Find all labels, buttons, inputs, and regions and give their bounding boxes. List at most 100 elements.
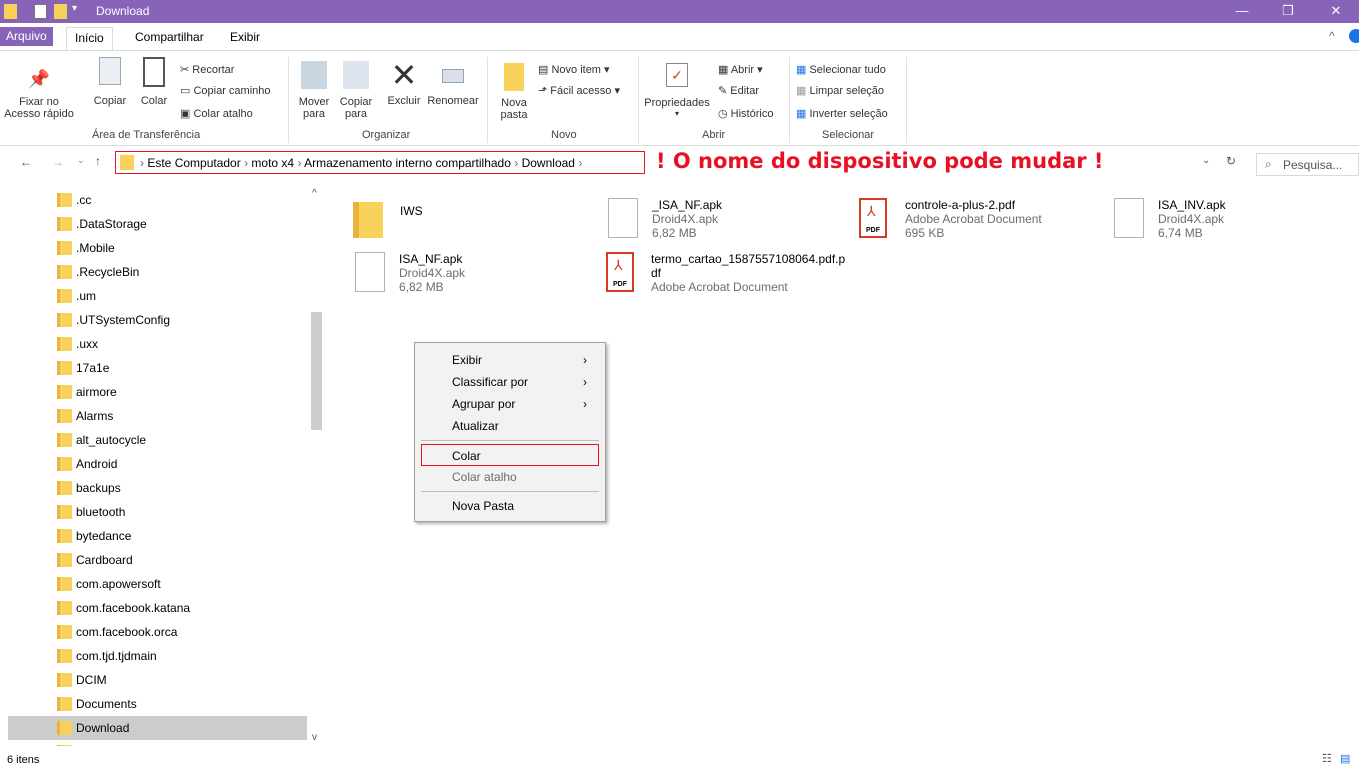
- new-folder-icon[interactable]: [54, 4, 67, 19]
- cut-button[interactable]: ✂ Recortar: [180, 63, 234, 76]
- back-arrow-icon[interactable]: ←: [20, 155, 32, 169]
- easy-access-button[interactable]: ⬏ Fácil acesso ▾: [538, 84, 620, 97]
- sidebar-item[interactable]: .RecycleBin: [8, 260, 307, 284]
- breadcrumb-item[interactable]: Download: [522, 156, 575, 170]
- sidebar-item[interactable]: com.facebook.orca: [8, 620, 307, 644]
- edit-button[interactable]: ✎ Editar: [718, 84, 759, 97]
- file-item[interactable]: ⅄ PDF termo_cartao_1587557108064.pdf.p d…: [606, 252, 856, 312]
- refresh-icon[interactable]: ↻: [1226, 154, 1236, 168]
- invert-selection-button[interactable]: ▦ Inverter seleção: [796, 107, 888, 120]
- properties-button[interactable]: ✓ Propriedades ▾: [640, 63, 714, 118]
- select-all-label: Selecionar tudo: [809, 64, 886, 76]
- large-icons-view-icon[interactable]: ▤: [1340, 752, 1350, 765]
- forward-arrow-icon[interactable]: →: [52, 155, 64, 169]
- sidebar-item[interactable]: com.apowersoft: [8, 572, 307, 596]
- pin-label: Fixar no Acesso rápido: [4, 96, 74, 120]
- group-divider: [789, 57, 790, 143]
- breadcrumb-item[interactable]: moto x4: [251, 156, 294, 170]
- sidebar-item[interactable]: com.tjd.tjdmain: [8, 644, 307, 668]
- menu-item-new-folder[interactable]: Nova Pasta: [415, 495, 605, 517]
- sidebar-item[interactable]: 17a1e: [8, 356, 307, 380]
- sidebar-item[interactable]: Android: [8, 452, 307, 476]
- sidebar-item[interactable]: com.facebook.katana: [8, 596, 307, 620]
- group-divider: [638, 57, 639, 143]
- sidebar-item[interactable]: airmore: [8, 380, 307, 404]
- copy-to-button[interactable]: Copiar para: [336, 61, 376, 120]
- new-folder-button[interactable]: Nova pasta: [494, 63, 534, 121]
- menu-item-refresh[interactable]: Atualizar: [415, 415, 605, 437]
- ribbon-collapse-icon[interactable]: ^: [1329, 29, 1335, 43]
- search-input[interactable]: ⌕ Pesquisa...: [1256, 153, 1359, 176]
- file-item[interactable]: ISA_INV.apk Droid4X.apk 6,74 MB: [1114, 198, 1359, 258]
- sidebar-item[interactable]: .cc: [8, 188, 307, 212]
- sidebar-item[interactable]: bluetooth: [8, 500, 307, 524]
- sidebar-item[interactable]: alt_autocycle: [8, 428, 307, 452]
- sidebar-item[interactable]: bytedance: [8, 524, 307, 548]
- file-item[interactable]: _ISA_NF.apk Droid4X.apk 6,82 MB: [608, 198, 858, 258]
- copy-label: Copiar: [93, 95, 127, 107]
- maximize-button[interactable]: ❐: [1265, 0, 1311, 23]
- clear-selection-icon: ▦: [796, 85, 810, 97]
- breadcrumb-item[interactable]: Este Computador: [147, 156, 240, 170]
- folder-item[interactable]: IWS: [353, 198, 603, 258]
- select-all-button[interactable]: ▦ Selecionar tudo: [796, 63, 886, 76]
- sidebar-item[interactable]: backups: [8, 476, 307, 500]
- rename-button[interactable]: Renomear: [426, 61, 480, 107]
- scrollbar-thumb[interactable]: [311, 312, 322, 430]
- copy-button[interactable]: Copiar: [90, 57, 130, 107]
- open-button[interactable]: ▦ Abrir ▾: [718, 63, 763, 76]
- details-view-icon[interactable]: ☷: [1322, 752, 1332, 765]
- sidebar-item[interactable]: .UTSystemConfig: [8, 308, 307, 332]
- chevron-down-icon[interactable]: ⌄: [1202, 155, 1210, 166]
- sidebar-item[interactable]: Cardboard: [8, 548, 307, 572]
- tab-exibir[interactable]: Exibir: [222, 27, 268, 49]
- nav-scrollbar[interactable]: ^ v: [309, 186, 324, 746]
- folder-icon: [57, 649, 72, 663]
- sidebar-item[interactable]: Documents: [8, 692, 307, 716]
- sidebar-item-label: .Mobile: [76, 241, 115, 255]
- paste-shortcut-button[interactable]: ▣ Colar atalho: [180, 107, 253, 120]
- up-arrow-icon[interactable]: ↑: [95, 154, 101, 168]
- breadcrumb-item[interactable]: Armazenamento interno compartilhado: [304, 156, 511, 170]
- group-divider: [288, 57, 289, 143]
- paste-button[interactable]: Colar: [134, 57, 174, 107]
- chevron-down-icon[interactable]: ▾: [72, 3, 77, 14]
- move-to-button[interactable]: Mover para: [294, 61, 334, 120]
- sidebar-item[interactable]: .Mobile: [8, 236, 307, 260]
- help-icon[interactable]: [1349, 29, 1359, 43]
- file-type: Droid4X.apk: [1158, 212, 1225, 226]
- close-button[interactable]: ✕: [1313, 0, 1359, 23]
- clear-selection-button[interactable]: ▦ Limpar seleção: [796, 84, 884, 97]
- scroll-up-icon[interactable]: ^: [312, 188, 317, 199]
- chevron-down-icon[interactable]: ▾: [640, 109, 714, 118]
- invert-selection-label: Inverter seleção: [809, 108, 888, 120]
- tab-arquivo[interactable]: Arquivo: [0, 27, 53, 46]
- folder-icon: [57, 505, 72, 519]
- scroll-down-icon[interactable]: v: [312, 732, 317, 743]
- file-item[interactable]: ISA_NF.apk Droid4X.apk 6,82 MB: [355, 252, 605, 312]
- sidebar-item-label: bytedance: [76, 529, 132, 543]
- menu-item-paste[interactable]: Colar: [421, 444, 599, 466]
- tab-compartilhar[interactable]: Compartilhar: [127, 27, 212, 49]
- tab-inicio[interactable]: Início: [66, 27, 113, 50]
- properties-icon[interactable]: [34, 4, 47, 19]
- menu-item-view[interactable]: Exibir ›: [415, 349, 605, 371]
- copy-path-button[interactable]: ▭ Copiar caminho: [180, 84, 271, 97]
- recent-locations-icon[interactable]: ⌄: [77, 155, 85, 166]
- history-button[interactable]: ◷ Histórico: [718, 107, 773, 120]
- address-bar[interactable]: › Este Computador › moto x4 › Armazename…: [115, 151, 645, 174]
- menu-item-sort[interactable]: Classificar por ›: [415, 371, 605, 393]
- sidebar-item[interactable]: Alarms: [8, 404, 307, 428]
- file-item[interactable]: ⅄ PDF controle-a-plus-2.pdf Adobe Acroba…: [859, 198, 1109, 258]
- minimize-button[interactable]: —: [1219, 0, 1265, 23]
- sidebar-item[interactable]: .um: [8, 284, 307, 308]
- pin-button[interactable]: 📌 Fixar no Acesso rápido: [4, 69, 74, 120]
- sidebar-item[interactable]: .DataStorage: [8, 212, 307, 236]
- sidebar-item[interactable]: .uxx: [8, 332, 307, 356]
- menu-item-group[interactable]: Agrupar por ›: [415, 393, 605, 415]
- sidebar-item[interactable]: DCIM: [8, 668, 307, 692]
- delete-button[interactable]: ✕ Excluir: [384, 59, 424, 107]
- ribbon-tabs: Arquivo Início Compartilhar Exibir ^: [0, 23, 1359, 50]
- new-item-button[interactable]: ▤ Novo item ▾: [538, 63, 610, 76]
- sidebar-item[interactable]: Download: [8, 716, 307, 740]
